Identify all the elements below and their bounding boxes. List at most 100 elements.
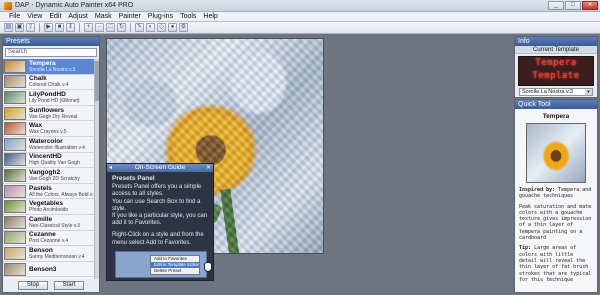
preset-name: Benson <box>29 246 53 254</box>
rotate-icon[interactable]: ↻ <box>117 23 126 32</box>
menu-plugins[interactable]: Plug-ins <box>148 13 173 20</box>
preset-name: Pastels <box>29 184 52 192</box>
quick-tool-header: Quick Tool <box>515 100 597 109</box>
menu-bar: File View Edit Adjust Mask Painter Plug-… <box>0 12 600 22</box>
variant-value: Sorolla La Nostra v.3 <box>522 89 573 95</box>
chevron-down-icon[interactable]: ▼ <box>585 89 592 95</box>
preset-name: Cezanne <box>29 231 56 239</box>
quick-tool-panel: Quick Tool Tempera Inspired by: Tempera … <box>514 99 598 293</box>
guide-paragraph: You can use Search Box to find a style. <box>112 198 201 212</box>
preset-item[interactable]: Cezanne Post Cezanne v.4 <box>3 231 99 247</box>
preset-subtitle: Sorolla La Nostra v.3 <box>29 66 76 73</box>
preset-subtitle: Van Gogh Dry Reveal <box>29 113 78 120</box>
guide-heading: Presets Panel <box>112 175 155 182</box>
preset-name: LilyPondHD <box>29 90 66 98</box>
preset-item[interactable]: Benson3 <box>3 262 99 278</box>
menu-adjust[interactable]: Adjust <box>68 13 87 20</box>
preset-thumbnail <box>4 59 26 73</box>
preset-text: Pastels All the Colors, Always Bold v.4 <box>29 185 96 198</box>
preset-list: Tempera Sorolla La Nostra v.3 Chalk Colored… <box>3 59 99 279</box>
menu-tools[interactable]: Tools <box>180 13 196 20</box>
preset-text: Wax Wax Crayons v.5 <box>29 122 67 135</box>
menu-help[interactable]: Help <box>203 13 217 20</box>
stop-icon[interactable]: ■ <box>55 23 64 32</box>
preset-subtitle: High Quality Van Gogh <box>29 160 80 167</box>
preset-item[interactable]: Watercolor Watercolor Illustration v.4 <box>3 137 99 153</box>
zoom-in-icon[interactable]: + <box>84 23 93 32</box>
search-input[interactable]: Search <box>5 48 97 57</box>
zoom-out-icon[interactable]: − <box>95 23 104 32</box>
save-icon[interactable]: ▣ <box>15 23 24 32</box>
preset-item[interactable]: Benson Sunny Mediterranean v.4 <box>3 246 99 262</box>
play-icon[interactable]: ▶ <box>44 23 53 32</box>
open-file-icon[interactable]: ▤ <box>4 23 13 32</box>
guide-paragraph: If you like a particular style, you can … <box>112 213 208 227</box>
eraser-icon[interactable]: ◇ <box>157 23 166 32</box>
mouse-icon <box>204 262 212 272</box>
preset-list-scrollbar[interactable] <box>94 59 99 279</box>
preset-item[interactable]: Tempera Sorolla La Nostra v.3 <box>3 59 99 75</box>
tip-text: Large areas of colors with little detail… <box>519 245 592 283</box>
preset-name: Camille <box>29 215 53 223</box>
guide-back-icon[interactable]: ◂ <box>109 164 112 172</box>
preset-item[interactable]: Vangogh2 Van Gogh 2D Scratchy <box>3 168 99 184</box>
preset-item[interactable]: Wax Wax Crayons v.5 <box>3 121 99 137</box>
preset-item[interactable]: LilyPondHD Lily Pond HD (6Monet) <box>3 90 99 106</box>
export-icon[interactable]: ⇪ <box>26 23 35 32</box>
stop-button[interactable]: Stop <box>18 280 48 290</box>
preset-thumbnail <box>4 75 26 89</box>
preset-text: VincentHD High Quality Van Gogh <box>29 153 80 166</box>
preset-text: Watercolor Watercolor Illustration v.4 <box>29 138 85 151</box>
toolbar-divider <box>39 23 40 32</box>
preset-item[interactable]: Sunflowers Van Gogh Dry Reveal <box>3 106 99 122</box>
fit-icon[interactable]: □ <box>106 23 115 32</box>
tip-label: Tip: <box>519 245 532 252</box>
preset-item[interactable]: VincentHD High Quality Van Gogh <box>3 153 99 169</box>
preset-actions: Stop Start <box>3 279 99 291</box>
preset-text: Cezanne Post Cezanne v.4 <box>29 231 68 244</box>
guide-illustration: Add to Favorites Edit in Template Editor… <box>115 251 212 278</box>
mask-icon[interactable]: ◐ <box>146 23 155 32</box>
template-variant-select[interactable]: Sorolla La Nostra v.3 ▼ <box>519 88 593 96</box>
preset-subtitle: Colored Chalk v.4 <box>29 82 69 89</box>
context-item-delete: Delete Preset <box>154 268 182 273</box>
template-description: Inspired by: Tempera and gouache techniq… <box>515 183 597 283</box>
minimize-button[interactable]: _ <box>548 1 564 10</box>
settings-icon[interactable]: ⚙ <box>179 23 188 32</box>
guide-header[interactable]: ◂ On-Screen Guide ✕ <box>107 164 213 172</box>
window-controls: _ □ ✕ <box>548 1 598 10</box>
menu-view[interactable]: View <box>27 13 42 20</box>
menu-edit[interactable]: Edit <box>49 13 61 20</box>
preset-thumbnail <box>4 200 26 214</box>
preset-item[interactable]: Vegetables Photo Arcimboldo <box>3 199 99 215</box>
menu-mask[interactable]: Mask <box>95 13 112 20</box>
close-button[interactable]: ✕ <box>582 1 598 10</box>
preset-thumbnail <box>4 122 26 136</box>
menu-painter[interactable]: Painter <box>119 13 141 20</box>
current-template-label: Current Template <box>515 46 597 54</box>
preset-name: Tempera <box>29 59 56 67</box>
color-icon[interactable]: ● <box>168 23 177 32</box>
brush-icon[interactable]: ✎ <box>135 23 144 32</box>
start-button[interactable]: Start <box>54 280 84 290</box>
description-text: Peak saturation and mate colors with a g… <box>519 203 592 242</box>
guide-close-icon[interactable]: ✕ <box>206 164 211 172</box>
toolbar-divider <box>130 23 131 32</box>
guide-paragraph: Right-Click on a style and from the menu… <box>112 232 204 246</box>
preset-item[interactable]: Chalk Colored Chalk v.4 <box>3 75 99 91</box>
scrollbar-thumb[interactable] <box>95 61 99 101</box>
maximize-button[interactable]: □ <box>565 1 581 10</box>
preset-text: Benson3 <box>29 266 56 273</box>
preset-item[interactable]: Camille Neo-Classical Style v.3 <box>3 215 99 231</box>
info-panel: Info Current Template Tempera Template S… <box>514 36 598 98</box>
preset-thumbnail <box>4 231 26 245</box>
preset-subtitle: Post Cezanne v.4 <box>29 238 69 245</box>
pause-icon[interactable]: ‖ <box>66 23 75 32</box>
preset-text: Vangogh2 Van Gogh 2D Scratchy <box>29 169 80 182</box>
preset-subtitle: Watercolor Illustration v.4 <box>29 144 85 151</box>
preset-item[interactable]: Pastels All the Colors, Always Bold v.4 <box>3 184 99 200</box>
info-header: Info <box>515 37 597 46</box>
preset-name: Vegetables <box>29 200 63 208</box>
menu-file[interactable]: File <box>9 13 20 20</box>
preset-name: Vangogh2 <box>29 168 61 176</box>
